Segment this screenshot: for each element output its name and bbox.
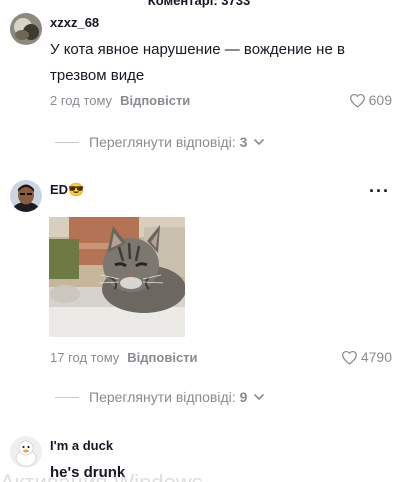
comment-username[interactable]: xzxz_68 [50,15,99,30]
divider-line [55,141,79,143]
avatar-image [10,436,42,468]
reply-button[interactable]: Відповісти [127,350,197,365]
chevron-down-icon [254,394,265,400]
comment-time: 17 год тому [50,350,120,365]
comment-2: ED😎 ··· 17 год тому Відповісти 4790 Пере… [0,170,398,420]
chevron-down-icon [254,139,265,145]
comment-username[interactable]: ED😎 [50,182,84,198]
avatar[interactable] [10,436,42,468]
view-replies-button[interactable]: Переглянути відповіді: 3 [55,134,265,150]
like-count: 609 [368,92,392,108]
heart-outline-icon [341,350,357,365]
comment-meta: 17 год тому Відповісти [50,350,198,365]
comment-time: 2 год тому [50,93,113,108]
comment-username[interactable]: I'm a duck [50,438,113,453]
cat-photo [49,217,185,337]
windows-activation-watermark: Активация Windows [0,470,203,482]
view-replies-button[interactable]: Переглянути відповіді: 9 [55,389,265,405]
reply-button[interactable]: Відповісти [120,93,190,108]
avatar[interactable] [10,180,42,212]
replies-count: 3 [239,134,248,150]
divider-line [55,396,79,398]
heart-outline-icon [349,93,365,108]
view-replies-label: Переглянути відповіді: [89,134,236,150]
comment-attached-image[interactable] [49,217,185,337]
avatar[interactable] [10,13,42,45]
replies-count: 9 [239,389,248,405]
avatar-image [10,13,42,45]
comment-meta: 2 год тому Відповісти [50,93,190,108]
more-options-button[interactable]: ··· [369,182,390,200]
like-button[interactable]: 4790 [341,349,392,365]
like-button[interactable]: 609 [349,92,392,108]
comment-1: xzxz_68 У кота явное нарушение — вождени… [0,0,398,170]
like-count: 4790 [360,349,392,365]
comment-text: У кота явное нарушение — вождение не в т… [50,41,345,84]
view-replies-label: Переглянути відповіді: [89,389,236,405]
avatar-image [10,180,42,212]
